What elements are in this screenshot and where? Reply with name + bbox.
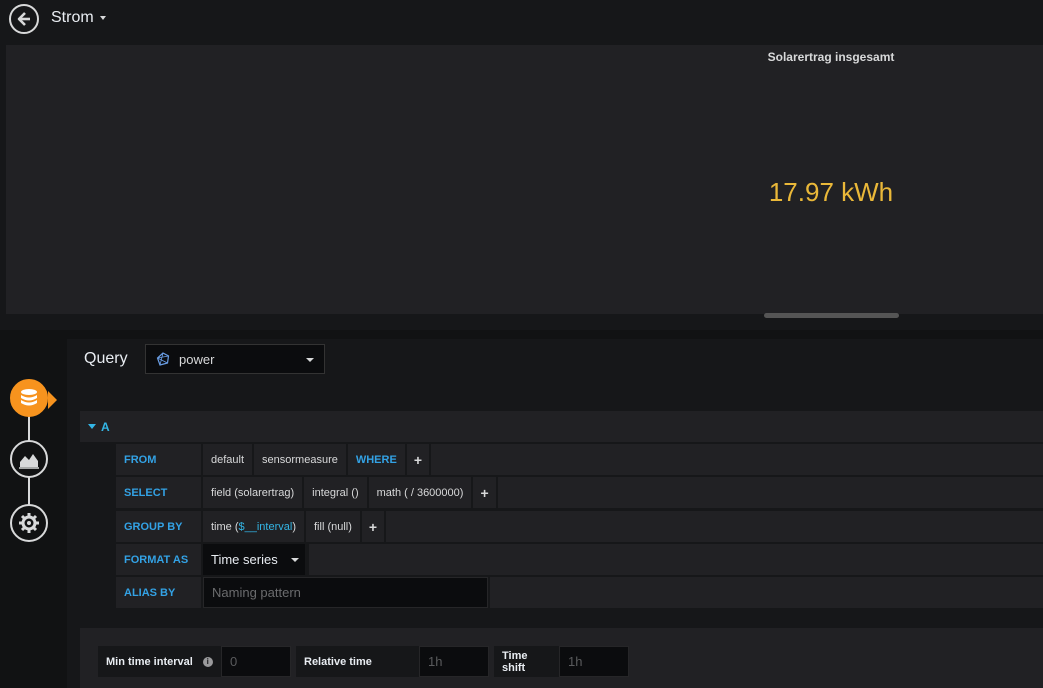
min-interval-label-text: Min time interval <box>106 655 193 668</box>
query-groupby-row: GROUP BY time ($__interval) fill (null) … <box>116 511 1043 542</box>
query-alias-row: ALIAS BY <box>116 577 1043 608</box>
datasource-name: power <box>179 351 215 367</box>
where-keyword: WHERE <box>347 444 405 475</box>
panel-title[interactable]: Solarertrag insgesamt <box>6 50 1043 64</box>
row-filler <box>386 511 1043 542</box>
chevron-down-icon <box>306 358 314 362</box>
query-format-row: FORMAT AS Time series <box>116 544 1043 575</box>
time-shift-option: Time shift <box>494 646 629 677</box>
time-groupby-segment[interactable]: time ($__interval) <box>203 511 304 542</box>
query-select-row: SELECT field (solarertrag) integral () m… <box>116 477 1043 508</box>
fill-segment[interactable]: fill (null) <box>306 511 360 542</box>
panel-editor: Query power A FROM default sensormeasure… <box>0 330 1043 688</box>
time-prefix: time ( <box>211 520 239 533</box>
alias-label: ALIAS BY <box>116 577 201 608</box>
min-interval-input[interactable] <box>221 646 291 677</box>
format-label: FORMAT AS <box>116 544 201 575</box>
time-shift-label: Time shift <box>494 646 559 677</box>
min-interval-label: Min time interval i <box>98 646 221 677</box>
dashboard-title[interactable]: Strom <box>51 9 106 27</box>
time-suffix: ) <box>292 520 296 533</box>
query-options-bar: Min time interval i Relative time Time s… <box>80 628 1043 688</box>
integral-function-segment[interactable]: integral () <box>304 477 367 508</box>
row-filler <box>309 544 1043 575</box>
row-filler <box>497 477 1043 508</box>
time-shift-input[interactable] <box>559 646 629 677</box>
arrow-left-icon <box>17 12 30 26</box>
tab-general[interactable] <box>10 504 48 542</box>
relative-time-input[interactable] <box>419 646 489 677</box>
select-label: SELECT <box>116 477 201 508</box>
singlestat-panel: Solarertrag insgesamt 17.97 kWh <box>6 45 1043 318</box>
database-icon <box>21 389 37 406</box>
min-interval-option: Min time interval i <box>98 646 291 677</box>
influxdb-icon <box>156 352 170 366</box>
chevron-down-icon <box>99 15 106 20</box>
format-as-select[interactable]: Time series <box>203 544 305 575</box>
query-editor-content: Query power A FROM default sensormeasure… <box>67 339 1043 688</box>
dashboard-title-text: Strom <box>51 9 94 26</box>
groupby-label: GROUP BY <box>116 511 201 542</box>
add-where-button[interactable]: + <box>406 444 429 475</box>
query-label: Query <box>84 350 128 367</box>
retention-policy-segment[interactable]: default <box>203 444 253 475</box>
math-function-segment[interactable]: math ( / 3600000) <box>368 477 472 508</box>
query-ref-id: A <box>101 419 110 434</box>
query-from-row: FROM default sensormeasure WHERE + <box>116 444 1043 475</box>
add-select-button[interactable]: + <box>473 477 496 508</box>
panel-resize-handle[interactable] <box>764 313 899 318</box>
stat-value: 17.97 kWh <box>768 177 894 207</box>
measurement-segment[interactable]: sensormeasure <box>254 444 346 475</box>
gear-icon <box>19 513 39 533</box>
tab-visualization[interactable] <box>10 440 48 478</box>
dashboard-topbar: Strom <box>0 0 1043 42</box>
row-filler <box>490 577 1043 608</box>
chevron-down-icon <box>291 558 299 562</box>
tab-queries[interactable] <box>10 379 48 417</box>
add-groupby-button[interactable]: + <box>361 511 385 542</box>
area-chart-icon <box>19 454 39 469</box>
format-as-value: Time series <box>211 552 278 567</box>
info-icon[interactable]: i <box>202 656 213 667</box>
datasource-select[interactable]: power <box>145 344 325 374</box>
active-tab-pointer <box>48 391 57 409</box>
alias-input[interactable] <box>203 577 488 608</box>
relative-time-label: Relative time <box>296 646 419 677</box>
query-row-header[interactable]: A <box>80 411 1043 442</box>
collapse-triangle-icon <box>88 424 96 429</box>
row-filler <box>431 444 1043 475</box>
interval-variable: $__interval <box>238 520 293 533</box>
from-label: FROM <box>116 444 201 475</box>
field-segment[interactable]: field (solarertrag) <box>203 477 303 508</box>
relative-time-option: Relative time <box>296 646 489 677</box>
back-button[interactable] <box>9 4 39 34</box>
